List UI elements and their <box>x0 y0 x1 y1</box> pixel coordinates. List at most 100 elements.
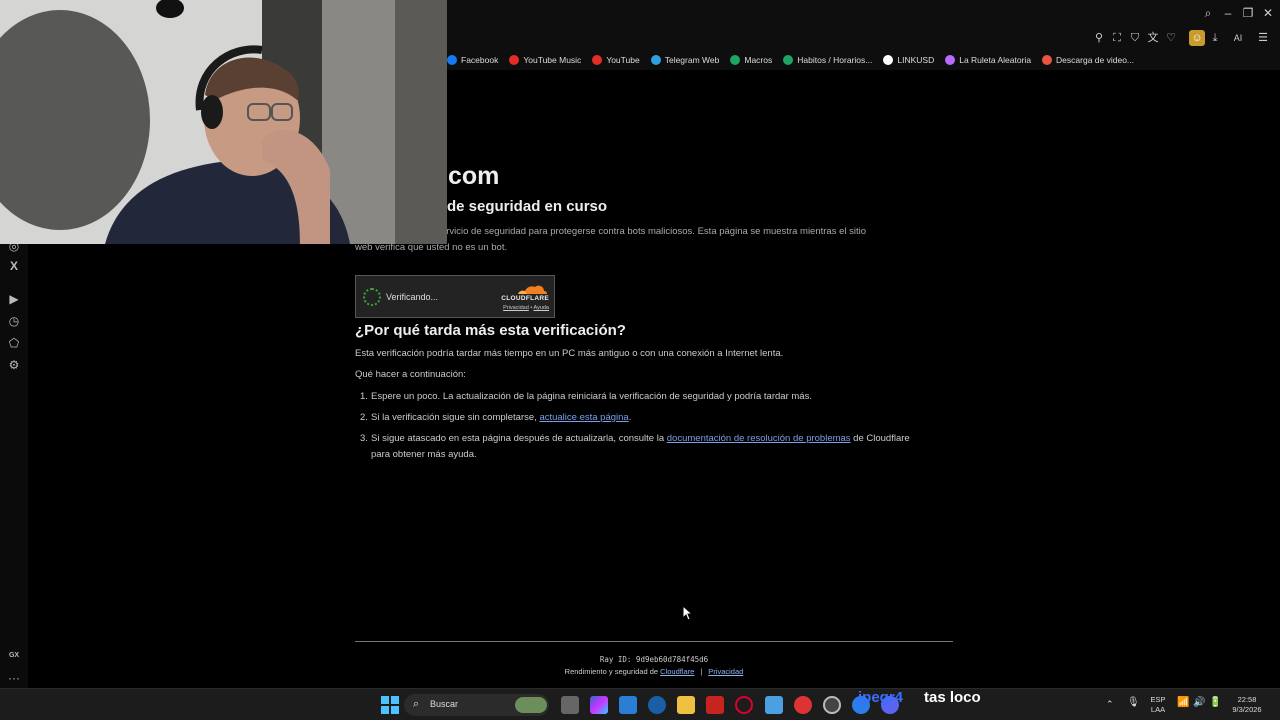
language-indicator[interactable]: ESP LAA <box>1146 695 1170 715</box>
bookmark-item[interactable]: Telegram Web <box>650 55 720 65</box>
search-icon[interactable]: ⌕ <box>1200 5 1216 21</box>
stream-overlay-text-blue: jpegr4 <box>858 689 904 706</box>
pin-icon[interactable]: ⚲ <box>1091 30 1107 46</box>
search-icon: ⌕ <box>413 698 420 710</box>
bookmark-favicon-icon <box>783 55 794 65</box>
close-icon[interactable]: ✕ <box>1260 5 1276 21</box>
clock[interactable]: 22:58 9/3/2026 <box>1230 695 1264 715</box>
why-description: Esta verificación podría tardar más tiem… <box>355 348 784 359</box>
refresh-page-link[interactable]: actualice esta página <box>539 412 628 423</box>
notepad-icon[interactable] <box>765 696 783 714</box>
settings-icon[interactable]: ⚙ <box>6 357 22 373</box>
gx-label[interactable]: GX <box>6 648 22 664</box>
acrobat-icon[interactable] <box>706 696 724 714</box>
bookmark-item[interactable]: Habitos / Horarios... <box>783 55 872 65</box>
translate-icon[interactable]: 文 <box>1145 30 1161 46</box>
next-steps-label: Qué hacer a continuación: <box>355 369 466 380</box>
clock-date: 9/3/2026 <box>1232 705 1262 714</box>
widget-privacy-link[interactable]: Privacidad <box>503 305 529 311</box>
step2-pre: Si la verificación sigue sin completarse… <box>371 412 540 423</box>
spinner-icon <box>363 288 381 306</box>
edge-icon[interactable] <box>648 696 666 714</box>
cloudflare-turnstile-widget[interactable]: Verificando... CLOUDFLARE Privacidad • A… <box>355 275 555 318</box>
steps-list: 1. Espere un poco. La actualización de l… <box>355 389 955 469</box>
troubleshooting-docs-link[interactable]: documentación de resolución de problemas <box>667 433 851 444</box>
download-icon[interactable]: ⤓ <box>1207 30 1223 46</box>
player-icon[interactable]: ▶ <box>6 291 22 307</box>
snapshot-icon[interactable]: ⛶ <box>1109 30 1125 46</box>
step3-line2: para obtener más ayuda. <box>371 449 477 460</box>
shield-icon[interactable]: ⛉ <box>1127 30 1143 46</box>
step2-post: . <box>628 412 632 423</box>
widget-links: Privacidad • Ayuda <box>503 305 549 311</box>
footer-divider <box>355 641 953 642</box>
bookmark-item[interactable]: Facebook <box>447 55 498 65</box>
list-number: 1. <box>360 391 368 402</box>
history-icon[interactable]: ◷ <box>6 313 22 329</box>
bookmark-label: YouTube <box>606 55 640 65</box>
mouse-cursor-icon <box>682 605 694 621</box>
windows-start-icon[interactable] <box>381 696 399 714</box>
list-number: 3. <box>360 433 368 444</box>
file-explorer-icon[interactable] <box>677 696 695 714</box>
search-placeholder: Buscar <box>430 699 459 709</box>
taskbar-search[interactable]: ⌕ Buscar <box>404 694 549 716</box>
more-icon[interactable]: ··· <box>6 670 22 686</box>
bookmark-favicon-icon <box>945 55 956 65</box>
task-view-icon[interactable] <box>561 696 579 714</box>
app-icon-red[interactable] <box>794 696 812 714</box>
search-highlight-icon <box>515 697 547 713</box>
bookmark-favicon-icon <box>447 55 457 65</box>
security-heading: de seguridad en curso <box>447 198 608 215</box>
step1-text: Espere un poco. La actualización de la p… <box>371 391 812 402</box>
ray-id: Ray ID: 9d9eb60d784f45d6 <box>599 655 709 664</box>
bookmark-item[interactable]: La Ruleta Aleatoria <box>945 55 1031 65</box>
perf-separator: | <box>700 667 703 676</box>
bookmark-label: LINKUSD <box>897 55 935 65</box>
bookmark-favicon-icon <box>1042 55 1053 65</box>
cloudflare-logo-icon <box>518 285 547 294</box>
privacy-link[interactable]: Privacidad <box>708 667 743 676</box>
wifi-icon[interactable]: 📶 <box>1177 698 1189 708</box>
ai-button[interactable]: AI <box>1225 30 1251 46</box>
bookmark-label: Facebook <box>461 55 499 65</box>
battery-icon[interactable]: 🔋 <box>1209 698 1221 708</box>
address-toolbar: ⚲ ⛶ ⛉ 文 ♡ ☺ ⤓ AI ☰ <box>447 26 1280 50</box>
stream-overlay-text-white: tas loco <box>924 689 981 706</box>
store-icon[interactable] <box>619 696 637 714</box>
bookmark-item[interactable]: LINKUSD <box>883 55 934 65</box>
clock-time: 22:58 <box>1237 695 1257 704</box>
bookmarks-bar: Facebook YouTube Music YouTube Telegram Web… <box>447 50 1280 70</box>
bookmark-item[interactable]: YouTube <box>592 55 640 65</box>
steam-icon[interactable] <box>823 696 841 714</box>
cloudflare-link[interactable]: Cloudflare <box>660 667 694 676</box>
browser-title-bar: ⌕ – ❐ ✕ <box>447 0 1280 26</box>
microphone-icon[interactable]: 🎙 <box>1127 698 1140 708</box>
bookmark-item[interactable]: Descarga de video... <box>1042 55 1134 65</box>
language-bottom: LAA <box>1150 705 1166 714</box>
profile-avatar-icon[interactable]: ☺ <box>1189 30 1205 46</box>
opera-gx-icon[interactable] <box>735 696 753 714</box>
bookmark-label: Telegram Web <box>664 55 720 65</box>
list-number: 2. <box>360 412 368 423</box>
step3-post: de Cloudflare <box>850 433 910 444</box>
bookmark-item[interactable]: Macros <box>730 55 772 65</box>
bookmark-item[interactable]: YouTube Music <box>509 55 581 65</box>
step3-pre: Si sigue atascado en esta página después… <box>371 433 667 444</box>
menu-icon[interactable]: ☰ <box>1255 30 1271 46</box>
tray-overflow-icon[interactable]: ⌃ <box>1106 699 1114 709</box>
site-domain-title: com <box>448 162 500 190</box>
restore-icon[interactable]: ❐ <box>1240 5 1256 21</box>
minimize-icon[interactable]: – <box>1220 5 1236 21</box>
heart-icon[interactable]: ♡ <box>1163 30 1179 46</box>
pinboard-icon[interactable]: ⬠ <box>6 335 22 351</box>
bookmark-label: Descarga de video... <box>1056 55 1135 65</box>
x-twitter-icon[interactable]: X <box>6 258 22 274</box>
widget-help-link[interactable]: Ayuda <box>534 305 550 311</box>
volume-icon[interactable]: 🔊 <box>1193 698 1205 708</box>
bookmark-label: YouTube Music <box>523 55 582 65</box>
copilot-icon[interactable] <box>590 696 608 714</box>
widget-brand: CLOUDFLARE <box>501 295 549 302</box>
why-heading: ¿Por qué tarda más esta verificación? <box>355 322 626 339</box>
perf-pre: Rendimiento y seguridad de <box>564 667 661 676</box>
